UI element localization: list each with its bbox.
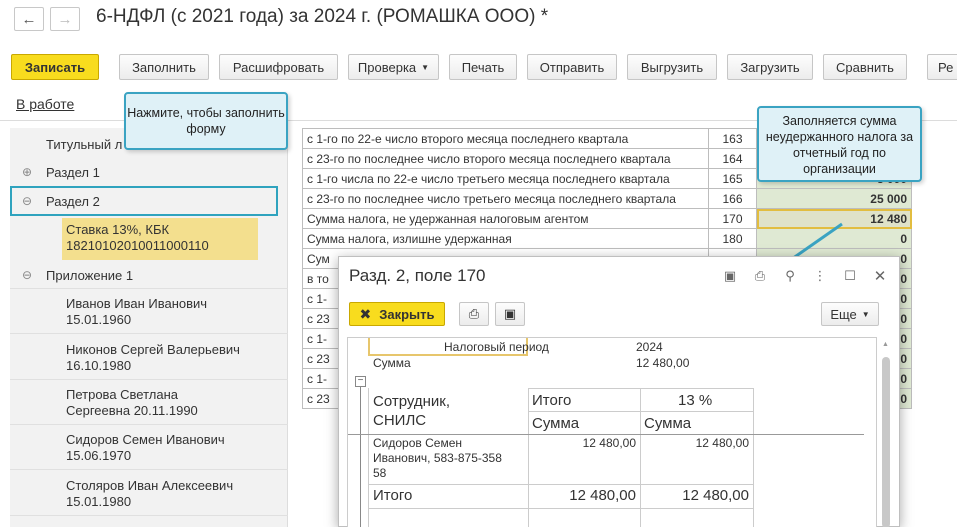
sum-column-header: Сумма (644, 415, 692, 432)
grid-line (368, 484, 753, 485)
close-button[interactable]: ✖ Закрыть (349, 302, 445, 326)
floppy-icon: ▣ (503, 306, 517, 321)
scroll-thumb[interactable] (882, 357, 890, 527)
scroll-up-icon[interactable]: ▲ (882, 341, 889, 348)
grid-line (368, 508, 753, 509)
header-line: СНИЛС (373, 412, 427, 429)
dropdown-arrow-icon: ▼ (861, 309, 870, 319)
report-scrollbar[interactable]: ▲ (879, 337, 893, 527)
sum-column-header: Сумма (532, 415, 580, 432)
grid-line (528, 388, 529, 527)
footer-rate-value: 12 480,00 (682, 487, 749, 504)
more-button[interactable]: Еще ▼ (821, 302, 879, 326)
printer-icon[interactable]: ⎙ (751, 267, 769, 285)
field-decode-window: Разд. 2, поле 170 ▣ ⎙ ⚲ ⋮ ☐ ✕ ✖ Закрыть … (338, 256, 900, 527)
save-button[interactable]: ▣ (495, 302, 525, 326)
row-rate-value: 12 480,00 (695, 436, 749, 450)
window-title: Разд. 2, поле 170 (349, 266, 486, 285)
sum-value: 12 480,00 (636, 356, 690, 370)
menu-dots-icon[interactable]: ⋮ (811, 267, 829, 285)
print-button[interactable]: ⎙ (459, 302, 489, 326)
row-total-value: 12 480,00 (582, 436, 636, 450)
employee-snils-tail: 58 (373, 466, 387, 480)
grid-line (348, 434, 864, 435)
printer-icon: ⎙ (468, 306, 480, 321)
employee-name: Сидоров Семен (373, 436, 462, 450)
period-value: 2024 (636, 340, 663, 354)
close-label: Закрыть (379, 306, 435, 322)
grid-line (640, 388, 641, 527)
period-label: Налоговый период (444, 340, 549, 354)
header-line: Сотрудник, (373, 393, 451, 410)
preview-icon[interactable]: ⚲ (781, 267, 799, 285)
more-label: Еще (830, 306, 857, 322)
close-icon[interactable]: ✕ (871, 267, 889, 285)
sum-label: Сумма (373, 356, 411, 370)
employee-cell: Сидоров Семен Иванович, 583-875-358 58 (373, 436, 502, 481)
x-icon: ✖ (359, 305, 372, 322)
report-sheet: Налоговый период 2024 Сумма 12 480,00 − … (347, 337, 877, 527)
group-line (360, 387, 361, 527)
footer-total-value: 12 480,00 (569, 487, 636, 504)
rate-column-header: 13 % (678, 392, 713, 409)
save-icon[interactable]: ▣ (721, 267, 739, 285)
total-column-header: Итого (532, 392, 572, 409)
group-collapse-icon[interactable]: − (355, 376, 366, 387)
footer-total-label: Итого (373, 487, 413, 504)
maximize-icon[interactable]: ☐ (841, 267, 859, 285)
employee-snils: Иванович, 583-875-358 (373, 451, 502, 465)
grid-line (528, 411, 753, 412)
employee-column-header: Сотрудник, СНИЛС (373, 392, 450, 430)
grid-line (753, 388, 754, 527)
grid-line (368, 388, 369, 527)
